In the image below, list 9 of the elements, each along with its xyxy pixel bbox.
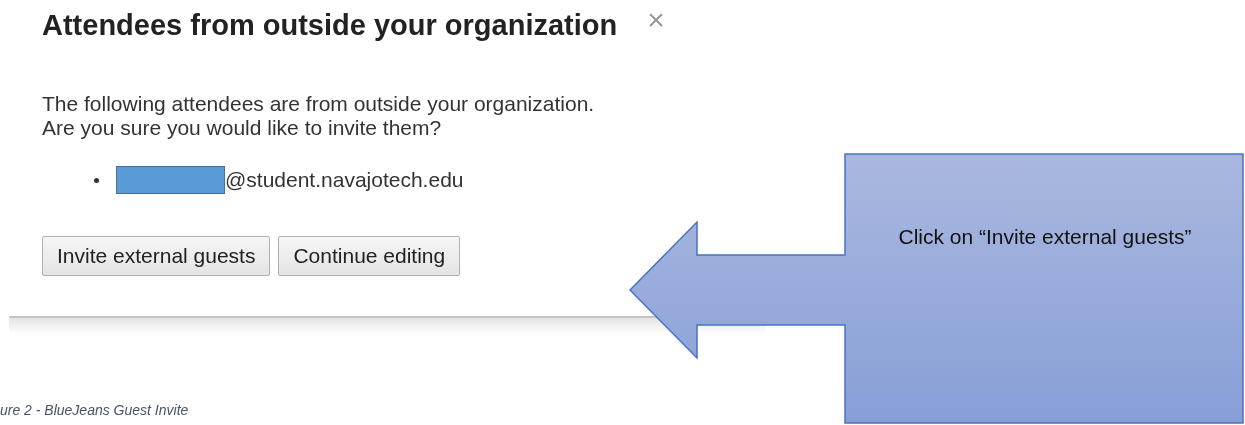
dialog-title: Attendees from outside your organization — [42, 8, 618, 43]
bullet-icon — [94, 177, 99, 183]
dialog-button[interactable]: Continue editing — [278, 236, 461, 276]
message-text: The following attendees are from outside your organization. — [42, 92, 596, 116]
email-text: @student.navajotech.edu — [225, 168, 464, 192]
callout-text: Click on “Invite external guests” — [897, 224, 1193, 250]
message-text: Are you sure you would like to invite them? — [42, 116, 443, 140]
figure-caption: ure 2 - BlueJeans Guest Invite — [0, 402, 189, 418]
dialog-button[interactable]: Invite external guests — [42, 236, 271, 276]
